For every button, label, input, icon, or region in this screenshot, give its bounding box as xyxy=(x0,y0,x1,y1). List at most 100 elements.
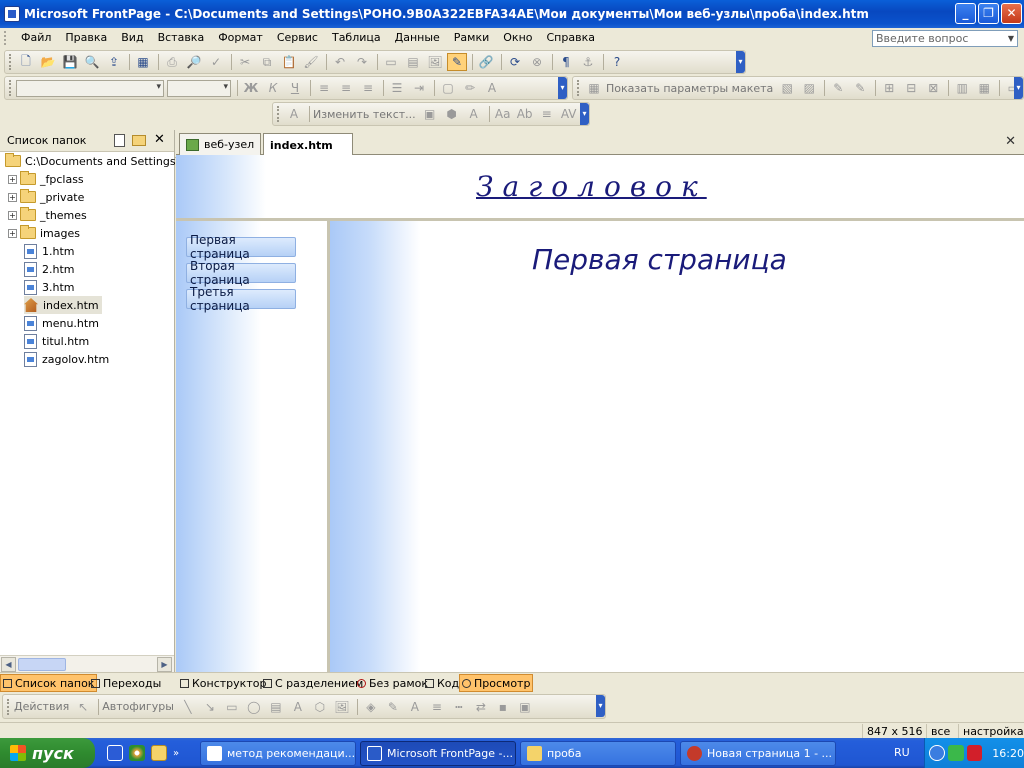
highlight-icon[interactable]: ✏ xyxy=(460,79,480,97)
chevron-down-icon[interactable]: ▼ xyxy=(1005,31,1017,46)
tree-folder[interactable]: + images xyxy=(8,224,80,242)
table-grid-icon[interactable]: ▦ xyxy=(974,79,994,97)
undo-icon[interactable]: ↶ xyxy=(330,53,350,71)
scroll-left-icon[interactable]: ◀ xyxy=(1,657,16,672)
insert-picture-icon[interactable]: 🖼 xyxy=(425,53,445,71)
tree-file[interactable]: menu.htm xyxy=(24,314,99,332)
menu-view[interactable]: Вид xyxy=(114,29,150,47)
tree-root[interactable]: C:\Documents and Settings\PC xyxy=(5,152,194,170)
tab-index[interactable]: index.htm xyxy=(263,133,353,156)
toolbar-options-icon[interactable]: ▾ xyxy=(558,77,567,99)
web-component-icon[interactable]: ▦ xyxy=(133,53,153,71)
align-left-icon[interactable]: ≡ xyxy=(314,79,334,97)
insert-layer-icon[interactable]: ▭ xyxy=(381,53,401,71)
explorer-icon[interactable] xyxy=(151,745,167,761)
folder-list-view-button[interactable]: Список папок xyxy=(0,674,98,692)
navigation-view-button[interactable]: Переходы xyxy=(89,674,163,692)
autoshapes-menu[interactable]: Автофигуры xyxy=(102,700,174,713)
toolbar-options-icon[interactable]: ▾ xyxy=(596,695,605,717)
menu-help[interactable]: Справка xyxy=(540,29,602,47)
frontpage-app-icon[interactable] xyxy=(4,6,20,22)
bold-icon[interactable]: Ж xyxy=(241,79,261,97)
font-color-icon[interactable]: A xyxy=(405,698,425,716)
split-view-button[interactable]: С разделением xyxy=(261,674,365,692)
help-icon[interactable]: ? xyxy=(607,53,627,71)
publish-icon[interactable]: ⇪ xyxy=(104,53,124,71)
wordart-gallery-icon[interactable]: ⬢ xyxy=(442,105,462,123)
show-layout-button[interactable]: Показать параметры макета xyxy=(606,82,773,95)
spelling-icon[interactable]: ✓ xyxy=(206,53,226,71)
cut-icon[interactable]: ✂ xyxy=(235,53,255,71)
3d-icon[interactable]: ▣ xyxy=(515,698,535,716)
indent-icon[interactable]: ⇥ xyxy=(409,79,429,97)
format-painter-icon[interactable]: 🖌 xyxy=(301,53,321,71)
expand-icon[interactable]: + xyxy=(8,174,17,184)
split-cells-icon[interactable]: ⊞ xyxy=(879,79,899,97)
new-folder-icon[interactable] xyxy=(132,135,146,146)
toolbar-grip-icon[interactable] xyxy=(7,698,11,715)
language-indicator[interactable]: RU xyxy=(894,746,910,759)
anchor-icon[interactable]: ⚓ xyxy=(578,53,598,71)
vertical-text-icon[interactable]: Ab xyxy=(515,105,535,123)
cell-format-icon[interactable]: ✎ xyxy=(850,79,870,97)
toolbar-grip-icon[interactable] xyxy=(9,80,13,96)
quicklaunch-more-icon[interactable]: » xyxy=(173,748,179,759)
toolbar-options-icon[interactable]: ▾ xyxy=(580,103,589,125)
new-page-icon[interactable]: 🗋 xyxy=(16,53,36,71)
draw-table-icon[interactable]: ▧ xyxy=(777,79,797,97)
ask-question-input[interactable]: Введите вопрос ▼ xyxy=(872,30,1018,47)
tree-file[interactable]: 2.htm xyxy=(24,260,75,278)
refresh-icon[interactable]: ⟳ xyxy=(505,53,525,71)
copy-icon[interactable]: ⧉ xyxy=(257,53,277,71)
design-view-button[interactable]: Конструктор xyxy=(178,674,268,692)
borders-icon[interactable]: ▢ xyxy=(438,79,458,97)
menu-table[interactable]: Таблица xyxy=(325,29,388,47)
paragraph-marks-icon[interactable]: ¶ xyxy=(556,53,576,71)
text-box-icon[interactable]: ▤ xyxy=(266,698,286,716)
draw-actions-menu[interactable]: Действия xyxy=(14,700,69,713)
new-page-icon[interactable] xyxy=(114,134,125,147)
insert-table-icon[interactable]: ▤ xyxy=(403,53,423,71)
font-color-icon[interactable]: A xyxy=(482,79,502,97)
nav-button-first[interactable]: Первая страница xyxy=(186,233,296,261)
edit-text-button[interactable]: Изменить текст... xyxy=(313,108,416,121)
network-icon[interactable] xyxy=(929,745,945,761)
hyperlink-icon[interactable]: 🔗 xyxy=(476,53,496,71)
media-player-icon[interactable] xyxy=(129,745,145,761)
scroll-thumb[interactable] xyxy=(18,658,66,671)
preview-view-button[interactable]: Просмотр xyxy=(459,674,534,692)
search-icon[interactable]: 🔍 xyxy=(82,53,102,71)
tree-folder[interactable]: + _private xyxy=(8,188,84,206)
task-folder[interactable]: проба xyxy=(520,741,676,766)
menu-window[interactable]: Окно xyxy=(496,29,539,47)
horizontal-scrollbar[interactable]: ◀ ▶ xyxy=(0,655,174,672)
text-align-icon[interactable]: ≡ xyxy=(537,105,557,123)
tree-file[interactable]: 3.htm xyxy=(24,278,75,296)
wordart-icon[interactable]: A xyxy=(284,105,304,123)
menu-file[interactable]: Файл xyxy=(14,29,58,47)
char-spacing-icon[interactable]: AV xyxy=(559,105,579,123)
task-browser[interactable]: Новая страница 1 - ... xyxy=(680,741,836,766)
table-autofit-icon[interactable]: ▥ xyxy=(952,79,972,97)
tree-folder[interactable]: + _fpclass xyxy=(8,170,84,188)
arrow-style-icon[interactable]: ⇄ xyxy=(471,698,491,716)
task-frontpage[interactable]: Microsoft FrontPage -... xyxy=(360,741,516,766)
header-frame[interactable]: Заголовок xyxy=(176,155,1024,218)
cell-props-icon[interactable]: ✎ xyxy=(828,79,848,97)
scroll-right-icon[interactable]: ▶ xyxy=(157,657,172,672)
wordart-shape-icon[interactable]: A xyxy=(464,105,484,123)
word-icon[interactable] xyxy=(107,745,123,761)
wordart-icon[interactable]: A xyxy=(288,698,308,716)
bullets-icon[interactable]: ☰ xyxy=(387,79,407,97)
open-folder-icon[interactable]: 📂 xyxy=(38,53,58,71)
sync-icon[interactable] xyxy=(947,745,964,761)
menu-data[interactable]: Данные xyxy=(388,29,447,47)
layout-table-icon[interactable]: ▦ xyxy=(584,79,604,97)
menu-insert[interactable]: Вставка xyxy=(151,29,212,47)
nav-frame[interactable]: Первая страница Вторая страница Третья с… xyxy=(176,221,327,672)
font-size-select[interactable] xyxy=(167,79,231,97)
task-document[interactable]: метод рекомендаци... xyxy=(200,741,356,766)
align-right-icon[interactable]: ≡ xyxy=(358,79,378,97)
menu-grip-icon[interactable] xyxy=(4,31,10,45)
tree-file[interactable]: 1.htm xyxy=(24,242,75,260)
